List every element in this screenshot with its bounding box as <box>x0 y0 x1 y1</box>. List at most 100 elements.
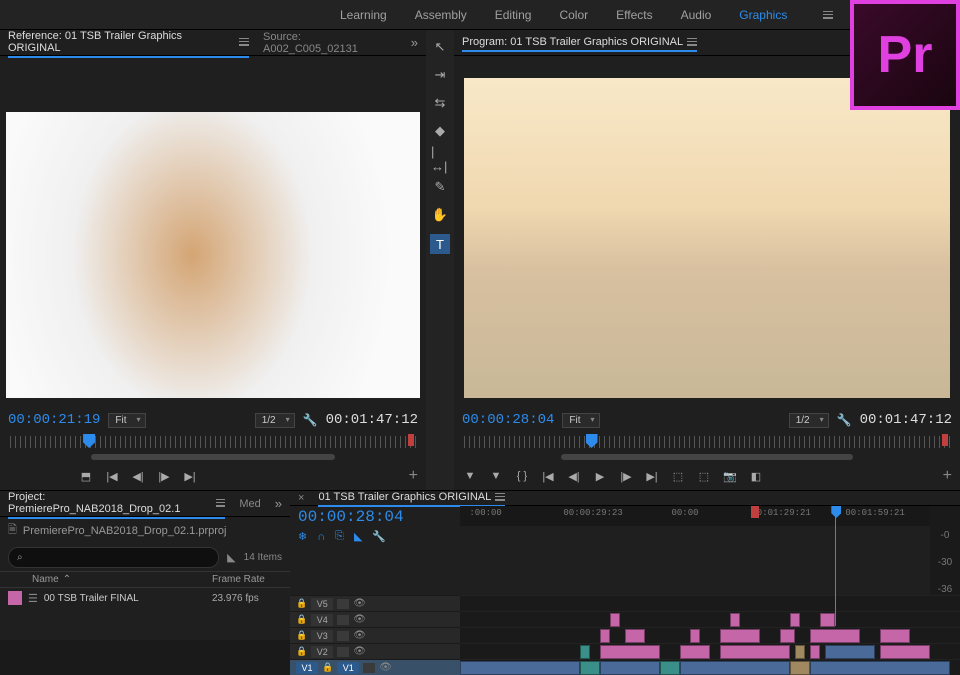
ref-play[interactable]: |▶ <box>156 468 172 484</box>
mark-clip-button[interactable]: { } <box>514 468 530 484</box>
clip[interactable] <box>460 661 580 675</box>
eye-icon[interactable]: 👁 <box>353 646 366 657</box>
program-fit-dropdown[interactable]: Fit <box>562 413 599 428</box>
clip[interactable] <box>600 661 660 675</box>
clip[interactable] <box>780 629 795 643</box>
program-outpoint[interactable] <box>942 434 948 446</box>
workspace-editing[interactable]: Editing <box>495 8 532 22</box>
program-tab-menu-icon[interactable] <box>687 38 697 46</box>
track-head-v5[interactable]: 🔒 V5 👁 <box>290 595 460 611</box>
track-label[interactable]: V1 <box>337 662 359 674</box>
workspace-assembly[interactable]: Assembly <box>415 8 467 22</box>
program-res-dropdown[interactable]: 1/2 <box>789 413 829 428</box>
workspace-effects[interactable]: Effects <box>616 8 652 22</box>
clip[interactable] <box>730 613 740 627</box>
clip[interactable] <box>810 645 820 659</box>
reference-scrubber[interactable] <box>10 434 416 460</box>
marker-icon[interactable]: ◣ <box>354 530 362 543</box>
expand-source-icon[interactable]: » <box>411 35 418 50</box>
clip[interactable] <box>790 661 810 675</box>
track-label[interactable]: V4 <box>311 614 333 626</box>
project-tab-menu-icon[interactable] <box>216 499 226 507</box>
program-viewport[interactable] <box>464 78 950 398</box>
eye-icon[interactable]: 👁 <box>353 614 366 625</box>
eye-icon[interactable]: 👁 <box>353 630 366 641</box>
tab-menu-icon[interactable] <box>239 38 249 46</box>
clip[interactable] <box>880 645 930 659</box>
compare-button[interactable]: ◧ <box>748 468 764 484</box>
track-toggle[interactable] <box>337 615 349 625</box>
tab-media[interactable]: Med <box>239 498 260 510</box>
timeline-close-icon[interactable]: × <box>298 492 304 504</box>
track-content[interactable] <box>460 595 960 675</box>
track-label[interactable]: V2 <box>311 646 333 658</box>
clip[interactable] <box>810 661 950 675</box>
track-lane-v2[interactable] <box>460 643 960 659</box>
goto-out-button[interactable]: ▶| <box>644 468 660 484</box>
play-button[interactable]: ▶ <box>592 468 608 484</box>
tab-project[interactable]: Project: PremierePro_NAB2018_Drop_02.1 <box>8 491 225 519</box>
extract-button[interactable]: ⬚ <box>696 468 712 484</box>
track-head-v3[interactable]: 🔒 V3 👁 <box>290 627 460 643</box>
ref-step-fwd[interactable]: ▶| <box>182 468 198 484</box>
lift-button[interactable]: ⬚ <box>670 468 686 484</box>
mark-in-button[interactable]: ▼ <box>462 468 478 484</box>
reference-viewport[interactable] <box>6 112 420 398</box>
clip[interactable] <box>680 661 790 675</box>
mark-out-button[interactable]: ▼ <box>488 468 504 484</box>
track-toggle[interactable] <box>363 663 375 673</box>
track-label[interactable]: V5 <box>311 598 333 610</box>
clip[interactable] <box>690 629 700 643</box>
search-field[interactable] <box>27 550 211 565</box>
program-timecode-in[interactable]: 00:00:28:04 <box>462 412 554 428</box>
tab-timeline[interactable]: 01 TSB Trailer Graphics ORIGINAL <box>318 491 505 507</box>
workspace-menu-icon[interactable] <box>823 11 833 19</box>
hand-tool-icon[interactable]: ✋ <box>431 206 449 224</box>
workspace-graphics[interactable]: Graphics <box>739 8 787 22</box>
project-expand-icon[interactable]: » <box>275 496 282 511</box>
track-toggle[interactable] <box>337 647 349 657</box>
reference-fit-dropdown[interactable]: Fit <box>108 413 145 428</box>
gang-button[interactable]: ⬒ <box>78 468 94 484</box>
track-head-v2[interactable]: 🔒 V2 👁 <box>290 643 460 659</box>
snap-icon[interactable]: ❄ <box>298 530 307 543</box>
pen-tool-icon[interactable]: ✎ <box>431 178 449 196</box>
clip[interactable] <box>600 629 610 643</box>
program-zoom-bar[interactable] <box>561 454 853 460</box>
eye-icon[interactable]: 👁 <box>379 662 392 673</box>
track-toggle[interactable] <box>337 631 349 641</box>
clip[interactable] <box>625 629 645 643</box>
ripple-edit-tool-icon[interactable]: ⇆ <box>431 94 449 112</box>
track-lane-v3[interactable] <box>460 627 960 643</box>
program-scrubber[interactable] <box>464 434 950 460</box>
tab-source[interactable]: Source: A002_C005_02131 <box>263 31 397 55</box>
tab-program[interactable]: Program: 01 TSB Trailer Graphics ORIGINA… <box>462 36 697 52</box>
ref-add-button[interactable]: + <box>409 467 418 485</box>
track-toggle[interactable] <box>337 599 349 609</box>
track-lane-v4[interactable] <box>460 611 960 627</box>
clip[interactable] <box>720 645 790 659</box>
workspace-audio[interactable]: Audio <box>681 8 712 22</box>
eye-icon[interactable]: 👁 <box>353 598 366 609</box>
selection-tool-icon[interactable]: ↖ <box>431 38 449 56</box>
reference-timecode-in[interactable]: 00:00:21:19 <box>8 412 100 428</box>
reference-outpoint[interactable] <box>408 434 414 446</box>
workspace-learning[interactable]: Learning <box>340 8 387 22</box>
clip[interactable] <box>810 629 860 643</box>
timeline-timecode[interactable]: 00:00:28:04 <box>298 508 404 526</box>
track-lane-v5[interactable] <box>460 595 960 611</box>
goto-in-button[interactable]: |◀ <box>540 468 556 484</box>
track-head-v1[interactable]: V1 🔒 V1 👁 <box>290 659 460 675</box>
track-lane-v1[interactable] <box>460 659 960 675</box>
magnet-icon[interactable]: ∩ <box>317 531 325 543</box>
timeline-inpoint-marker[interactable] <box>751 506 759 518</box>
program-add-button[interactable]: + <box>943 467 952 485</box>
timeline-tab-menu-icon[interactable] <box>495 493 505 501</box>
track-select-tool-icon[interactable]: ⇥ <box>431 66 449 84</box>
clip[interactable] <box>680 645 710 659</box>
clip[interactable] <box>580 661 600 675</box>
ref-goto-in[interactable]: |◀ <box>104 468 120 484</box>
clip[interactable] <box>880 629 910 643</box>
timeline-ruler[interactable]: :00:00 00:00:29:23 00:00 00:01:29:21 00:… <box>460 506 930 526</box>
timeline-playhead[interactable] <box>831 506 841 518</box>
